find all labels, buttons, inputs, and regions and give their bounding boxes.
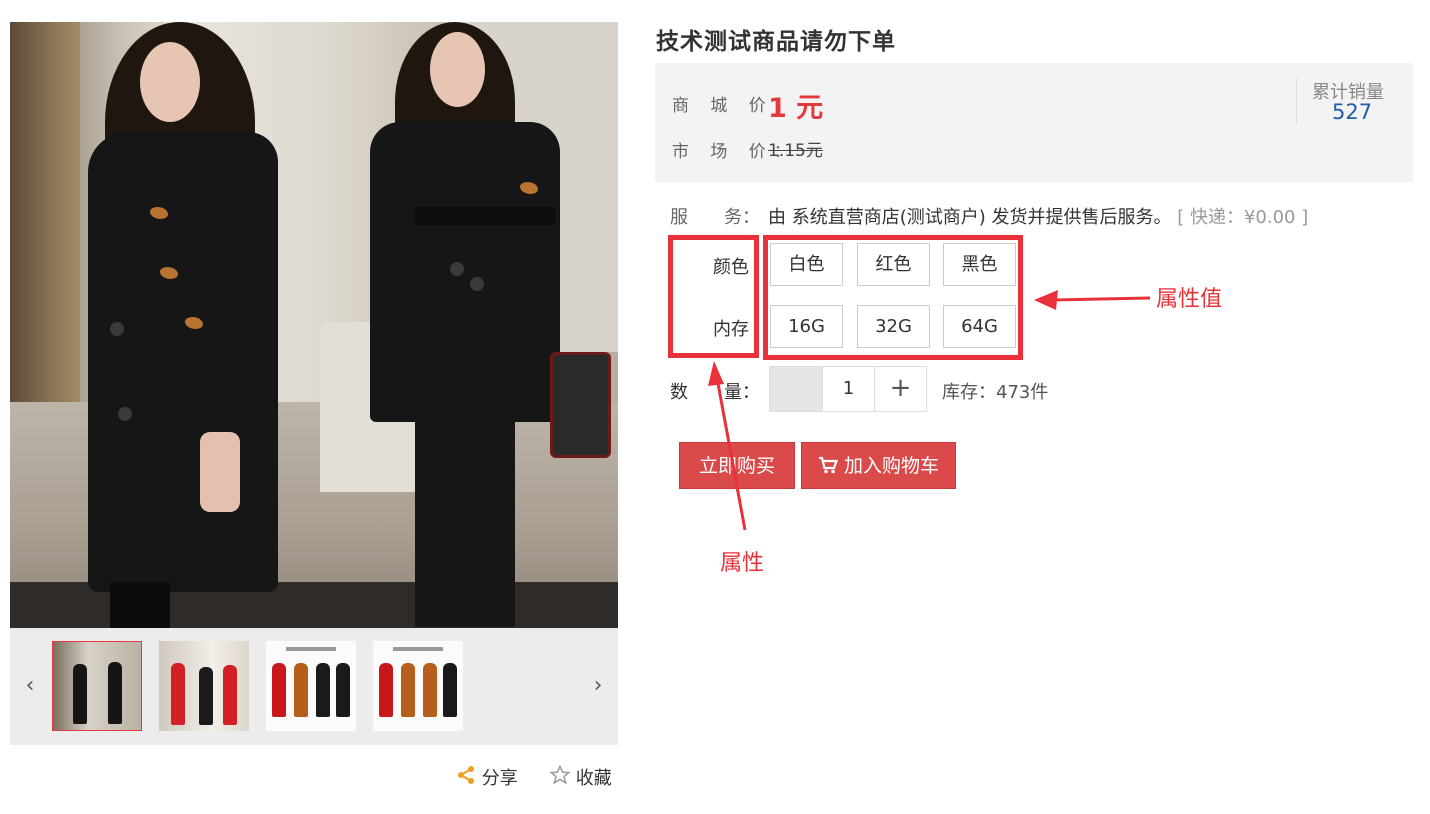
attribute-values-annotation: 属性值 (1156, 287, 1223, 312)
values-arrow-head-icon (1034, 290, 1058, 310)
annotation-arrows (708, 290, 1151, 531)
attr-arrow-head-icon (708, 361, 724, 386)
attr-arrow-line (715, 377, 747, 531)
values-arrow-line (1051, 296, 1151, 302)
attribute-annotation: 属性 (720, 551, 765, 576)
